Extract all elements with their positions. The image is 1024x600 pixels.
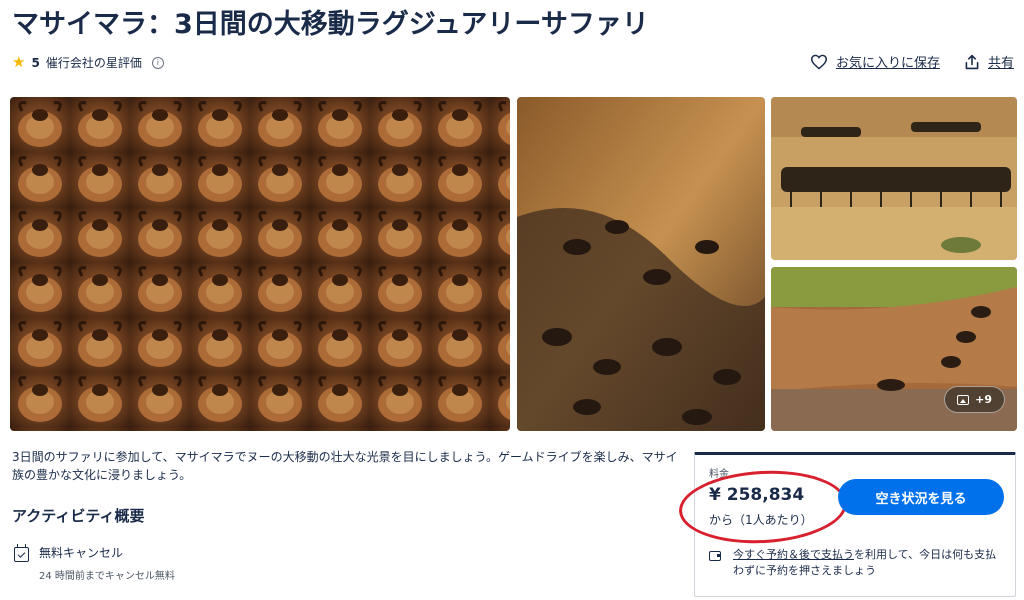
rating-row: ★ 5 催行会社の星評価 i (12, 54, 164, 71)
heart-icon (810, 54, 827, 70)
check-availability-button[interactable]: 空き状況を見る (838, 479, 1004, 515)
price-amount: ¥ 258,834 (709, 485, 805, 505)
price-card: 料金 ¥ 258,834 から（1人あたり） 空き状況を見る 今すぐ予約＆後で支… (677, 452, 1016, 597)
feature-title: 無料キャンセル (39, 546, 124, 560)
info-icon[interactable]: i (151, 56, 164, 69)
rating-value: 5 (31, 55, 40, 70)
feature-subtitle: 24 時間前までキャンセル無料 (39, 571, 175, 582)
share-icon (965, 54, 979, 69)
share-label: 共有 (987, 56, 1014, 71)
image-icon (957, 394, 970, 405)
page-title: マサイマラ：3日間の大移動ラグジュアリーサファリ (12, 9, 649, 40)
photo-gallery: +9 (10, 97, 1017, 431)
page-actions: お気に入りに保存 共有 (810, 52, 1014, 71)
wishlist-label: お気に入りに保存 (835, 56, 940, 71)
more-photos-button[interactable]: +9 (944, 386, 1005, 413)
reserve-now-pay-later-link[interactable]: 今すぐ予約＆後で支払う (733, 548, 854, 561)
more-photos-count: +9 (975, 393, 992, 406)
wallet-icon (709, 551, 721, 561)
tour-description: 3日間のサファリに参加して、マサイマラでヌーの大移動の壮大な光景を目にしましょう… (12, 450, 678, 482)
overview-title: アクティビティ概要 (12, 507, 145, 525)
gallery-photo-main[interactable] (10, 97, 510, 431)
annotation-circle (677, 466, 849, 548)
price-per-person: から（1人あたり） (709, 513, 813, 527)
rating-label: 催行会社の星評価 (45, 56, 142, 70)
share-button[interactable]: 共有 (964, 52, 1014, 71)
calendar-check-icon (14, 544, 29, 562)
reserve-now-pay-later: 今すぐ予約＆後で支払うを利用して、今日は何も支払わずに予約を押さえましょう (709, 547, 1005, 579)
price-label: 料金 (709, 469, 729, 480)
wishlist-button[interactable]: お気に入りに保存 (810, 52, 940, 71)
gallery-photo-2[interactable] (517, 97, 765, 431)
gallery-photo-3[interactable] (771, 97, 1017, 260)
free-cancellation-feature: 無料キャンセル 24 時間前までキャンセル無料 (14, 544, 175, 582)
star-icon: ★ (12, 53, 26, 71)
gallery-photo-4[interactable]: +9 (771, 267, 1017, 431)
